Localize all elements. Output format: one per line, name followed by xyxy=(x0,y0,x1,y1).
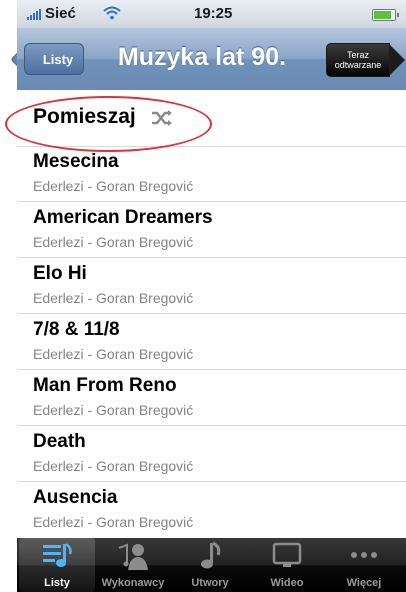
track-subtitle: Ederlezi - Goran Bregović xyxy=(33,346,194,362)
tab-videos[interactable]: Wideo xyxy=(249,538,325,592)
page-title: Muzyka lat 90. xyxy=(117,43,287,71)
list-item[interactable]: Ausencia Ederlezi - Goran Bregović xyxy=(17,482,406,537)
track-title: Death xyxy=(33,431,86,452)
playlist-icon xyxy=(43,542,72,567)
tab-artists[interactable]: Wykonawcy xyxy=(95,538,171,592)
video-icon xyxy=(272,542,302,567)
artist-icon xyxy=(118,543,148,570)
back-button[interactable]: Listy xyxy=(24,43,84,75)
tab-bar: Listy Wykonawcy Utwory Wideo Więcej xyxy=(17,538,406,592)
tab-more[interactable]: Więcej xyxy=(326,538,402,592)
signal-icon xyxy=(27,8,41,20)
tab-label: Listy xyxy=(44,577,70,589)
more-icon xyxy=(351,552,377,558)
highlight-annotation xyxy=(5,96,212,152)
now-playing-button[interactable]: Teraz odtwarzane xyxy=(326,43,405,77)
track-subtitle: Ederlezi - Goran Bregović xyxy=(33,458,194,474)
list-item[interactable]: Death Ederlezi - Goran Bregović xyxy=(17,426,406,482)
list-item[interactable]: Man From Reno Ederlezi - Goran Bregović xyxy=(17,370,406,426)
track-title: American Dreamers xyxy=(33,207,213,228)
track-list: Pomieszaj Mesecina Ederlezi - Goran Breg… xyxy=(5,90,406,538)
now-playing-line2: odtwarzane xyxy=(334,60,382,70)
track-title: Elo Hi xyxy=(33,263,87,284)
track-title: Ausencia xyxy=(33,487,118,508)
list-item[interactable]: Elo Hi Ederlezi - Goran Bregović xyxy=(17,258,406,314)
track-title: Mesecina xyxy=(33,151,119,172)
track-subtitle: Ederlezi - Goran Bregović xyxy=(33,178,194,194)
status-bar: Sieć 19:25 xyxy=(17,0,406,28)
tab-playlists[interactable]: Listy xyxy=(19,538,95,592)
track-subtitle: Ederlezi - Goran Bregović xyxy=(33,402,194,418)
tab-label: Wideo xyxy=(270,577,304,589)
tab-label: Utwory xyxy=(191,577,229,589)
battery-icon xyxy=(372,9,399,21)
track-title: 7/8 & 11/8 xyxy=(33,319,120,340)
track-subtitle: Ederlezi - Goran Bregović xyxy=(33,290,194,306)
back-button-label: Listy xyxy=(42,51,74,67)
track-title: Man From Reno xyxy=(33,375,177,396)
shuffle-row[interactable]: Pomieszaj xyxy=(5,90,406,152)
tab-label: Więcej xyxy=(346,577,382,589)
track-subtitle: Ederlezi - Goran Bregović xyxy=(33,234,194,250)
tab-songs[interactable]: Utwory xyxy=(172,538,248,592)
list-item[interactable]: 7/8 & 11/8 Ederlezi - Goran Bregović xyxy=(17,314,406,370)
track-subtitle: Ederlezi - Goran Bregović xyxy=(33,514,194,530)
carrier-name: Sieć xyxy=(45,5,76,22)
list-item[interactable]: American Dreamers Ederlezi - Goran Brego… xyxy=(17,202,406,258)
now-playing-line1: Teraz xyxy=(346,50,369,60)
wifi-icon xyxy=(103,6,121,20)
list-item[interactable]: Mesecina Ederlezi - Goran Bregović xyxy=(17,146,406,202)
clock: 19:25 xyxy=(194,5,233,22)
tab-label: Wykonawcy xyxy=(101,577,165,589)
navigation-bar: Listy Muzyka lat 90. Teraz odtwarzane xyxy=(17,28,406,91)
music-note-icon xyxy=(201,542,221,569)
